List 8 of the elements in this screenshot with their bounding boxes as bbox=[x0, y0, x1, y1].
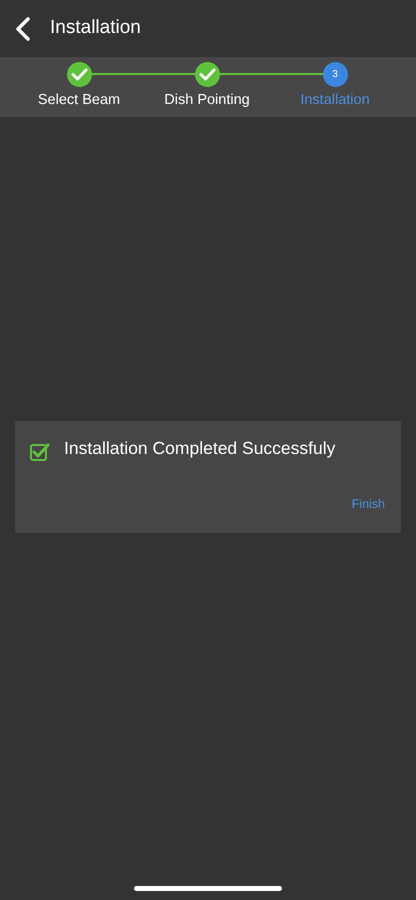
success-message: Installation Completed Successfuly bbox=[64, 437, 336, 460]
screen-title: Installation bbox=[50, 16, 141, 40]
step-label: Select Beam bbox=[38, 91, 120, 110]
step-label: Installation bbox=[300, 91, 370, 110]
finish-link[interactable]: Finish bbox=[352, 495, 385, 514]
step-label: Dish Pointing bbox=[164, 91, 250, 110]
step-number: 3 bbox=[322, 62, 348, 87]
back-icon bbox=[14, 16, 32, 42]
